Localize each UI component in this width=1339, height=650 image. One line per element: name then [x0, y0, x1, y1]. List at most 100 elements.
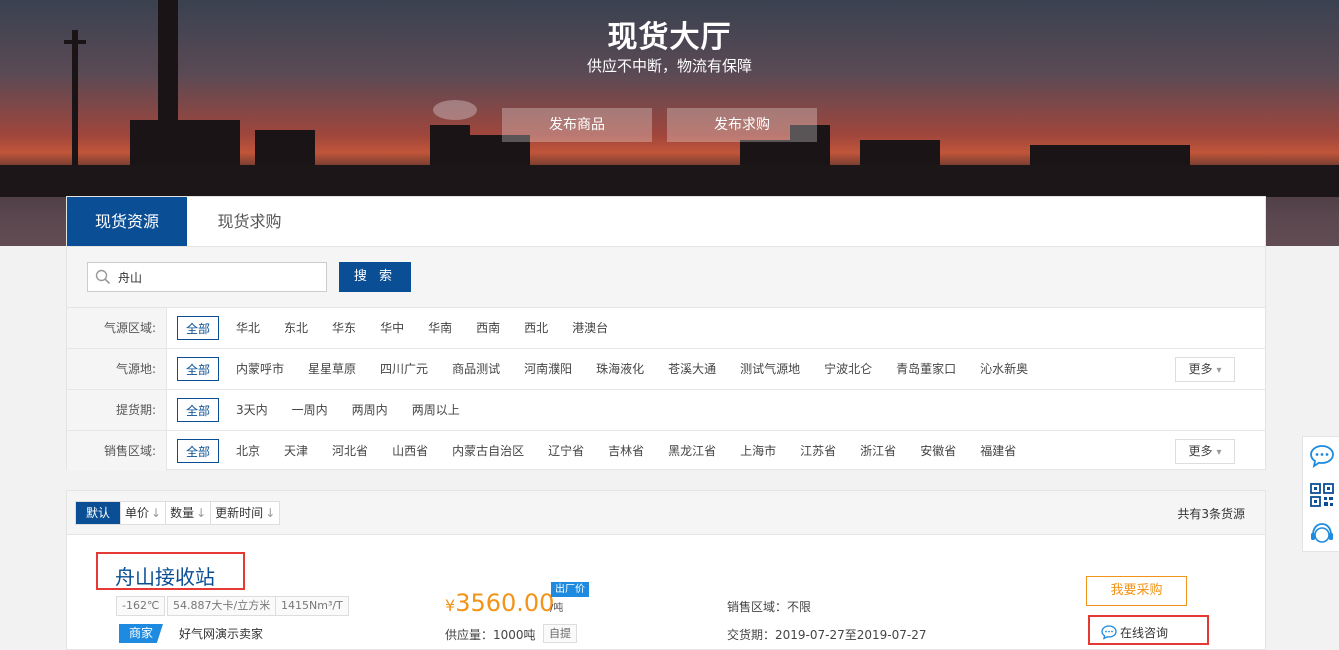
filter-option[interactable]: 西北: [515, 316, 557, 340]
filter-option[interactable]: 珠海液化: [587, 357, 653, 381]
filter-option[interactable]: 星星草原: [299, 357, 365, 381]
filter-label: 气源区域:: [67, 308, 167, 348]
filter-option[interactable]: 一周内: [283, 398, 337, 422]
filter-option[interactable]: 测试气源地: [731, 357, 809, 381]
tab-spot-purchase[interactable]: 现货求购: [187, 197, 312, 246]
filter-option[interactable]: 黑龙江省: [659, 439, 725, 463]
price-value: 3560.00: [455, 589, 555, 617]
search-icon: [95, 269, 111, 285]
sort-label: 数量: [170, 506, 195, 520]
filter-option[interactable]: 3天内: [227, 398, 277, 422]
filter-option[interactable]: 全部: [177, 439, 220, 463]
filter-option[interactable]: 安徽省: [911, 439, 965, 463]
page-title: 现货大厅: [607, 20, 732, 55]
filter-option[interactable]: 港澳台: [563, 316, 617, 340]
filter-option[interactable]: 宁波北仑: [815, 357, 881, 381]
filter-option[interactable]: 东北: [275, 316, 317, 340]
filter-option[interactable]: 河南濮阳: [515, 357, 581, 381]
page-subtitle: 供应不中断，物流有保障: [586, 57, 752, 75]
filter-option[interactable]: 两周以上: [403, 398, 469, 422]
spec-tag-heat-value: 54.887大卡/立方米: [167, 596, 277, 616]
filter-option[interactable]: 两周内: [343, 398, 397, 422]
filter-row-source-place: 气源地: 全部 内蒙呼市 星星草原 四川广元 商品测试 河南濮阳 珠海液化 苍溪…: [67, 349, 1265, 390]
price: ¥3560.00: [445, 589, 554, 617]
filter-option[interactable]: 内蒙古自治区: [443, 439, 533, 463]
filter-option[interactable]: 内蒙呼市: [227, 357, 293, 381]
price-type-badge: 出厂价: [551, 582, 589, 597]
more-label: 更多: [1188, 362, 1213, 376]
chevron-down-icon: ▾: [1216, 447, 1222, 458]
chat-icon[interactable]: [1308, 442, 1336, 470]
sort-update-time[interactable]: 更新时间 ↓: [211, 502, 279, 524]
filter-option[interactable]: 全部: [177, 398, 220, 422]
sort-default[interactable]: 默认: [76, 502, 122, 524]
filter-option[interactable]: 青岛董家口: [887, 357, 965, 381]
sort-options: 默认 单价 ↓ 数量 ↓ 更新时间 ↓: [75, 501, 281, 525]
seller-name[interactable]: 好气网演示卖家: [179, 625, 263, 642]
filter-label: 提货期:: [67, 390, 167, 430]
pickup-tag: 自提: [543, 624, 577, 643]
filter-option[interactable]: 华中: [371, 316, 413, 340]
filter-option[interactable]: 苍溪大通: [659, 357, 725, 381]
qr-code-icon[interactable]: [1308, 481, 1336, 509]
more-label: 更多: [1188, 444, 1213, 458]
filter-options: 全部 内蒙呼市 星星草原 四川广元 商品测试 河南濮阳 珠海液化 苍溪大通 测试…: [177, 357, 1043, 381]
supply-quantity: 供应量：1000吨: [445, 628, 536, 642]
publish-goods-button[interactable]: 发布商品: [502, 108, 652, 142]
currency-symbol: ¥: [445, 596, 456, 615]
filter-option[interactable]: 河北省: [323, 439, 377, 463]
sort-quantity[interactable]: 数量 ↓: [166, 502, 212, 524]
sort-label: 单价: [125, 506, 150, 520]
filter-option[interactable]: 全部: [177, 316, 220, 340]
filter-option[interactable]: 山西省: [383, 439, 437, 463]
headset-icon[interactable]: [1308, 519, 1336, 547]
more-button[interactable]: 更多 ▾: [1175, 439, 1235, 464]
filter-option[interactable]: 北京: [227, 439, 269, 463]
result-count: 共有3条货源: [1177, 507, 1245, 521]
filter-option[interactable]: 商品测试: [443, 357, 509, 381]
filter-label: 销售区域:: [67, 431, 167, 471]
arrow-down-icon: ↓: [265, 506, 276, 520]
filter-option[interactable]: 天津: [275, 439, 317, 463]
filter-option[interactable]: 辽宁省: [539, 439, 593, 463]
more-button[interactable]: 更多 ▾: [1175, 357, 1235, 382]
spec-tag-temperature: -162℃: [116, 596, 166, 616]
sort-price[interactable]: 单价 ↓: [121, 502, 167, 524]
floating-toolbar: [1302, 436, 1339, 552]
search-button[interactable]: 搜 索: [339, 262, 411, 292]
filter-option[interactable]: 上海市: [731, 439, 785, 463]
filter-option[interactable]: 沁水新奥: [971, 357, 1037, 381]
filter-option[interactable]: 全部: [177, 357, 220, 381]
filter-option[interactable]: 华南: [419, 316, 461, 340]
sort-label: 默认: [86, 506, 111, 520]
consult-label: 在线咨询: [1120, 626, 1169, 640]
spec-tag-gasification: 1415Nm³/T: [275, 596, 349, 616]
search-area: 搜 索: [67, 246, 1265, 308]
filter-label: 气源地:: [67, 349, 167, 389]
filter-option[interactable]: 福建省: [971, 439, 1025, 463]
arrow-down-icon: ↓: [196, 506, 207, 520]
station-name-link[interactable]: 舟山接收站: [115, 561, 215, 590]
filter-option[interactable]: 浙江省: [851, 439, 905, 463]
filter-option[interactable]: 华东: [323, 316, 365, 340]
filter-options: 全部 华北 东北 华东 华中 华南 西南 西北 港澳台: [177, 316, 623, 340]
filter-option[interactable]: 华北: [227, 316, 269, 340]
publish-purchase-button[interactable]: 发布求购: [667, 108, 817, 142]
filter-option[interactable]: 吉林省: [599, 439, 653, 463]
purchase-button[interactable]: 我要采购: [1086, 576, 1187, 606]
delivery-period: 交货期：2019-07-27至2019-07-27: [727, 628, 927, 642]
chat-bubble-icon: [1101, 625, 1117, 640]
sort-bar: 默认 单价 ↓ 数量 ↓ 更新时间 ↓ 共有3条货源: [67, 491, 1265, 535]
search-input[interactable]: [118, 267, 318, 287]
filter-option[interactable]: 西南: [467, 316, 509, 340]
tab-spot-resources[interactable]: 现货资源: [67, 197, 187, 246]
tab-bar: 现货资源 现货求购: [67, 197, 1265, 246]
filter-option[interactable]: 江苏省: [791, 439, 845, 463]
filter-panel: 现货资源 现货求购 搜 索 气源区域: 全部 华北 东北 华东 华中 华南 西南…: [66, 196, 1266, 471]
sort-label: 更新时间: [215, 506, 264, 520]
online-consult-button[interactable]: 在线咨询: [1101, 624, 1168, 641]
filter-option[interactable]: 四川广元: [371, 357, 437, 381]
filter-options: 全部 北京 天津 河北省 山西省 内蒙古自治区 辽宁省 吉林省 黑龙江省 上海市…: [177, 439, 1031, 463]
sale-area: 销售区域：不限: [727, 600, 812, 614]
search-box: [87, 262, 327, 292]
